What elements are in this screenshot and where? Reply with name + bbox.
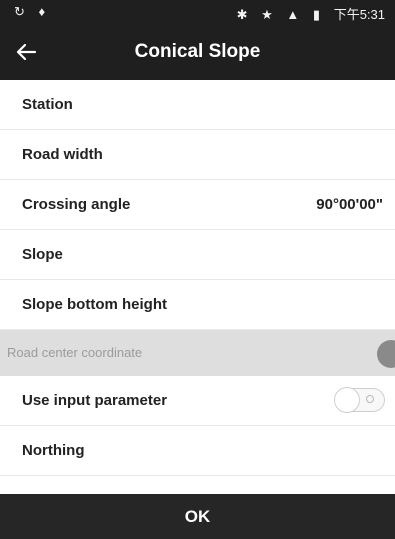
bluetooth-icon: ✱	[236, 7, 248, 22]
ok-button[interactable]: OK	[0, 494, 395, 539]
status-bar: ↻ ♦ ✱ ★ ▲ ▮ 下午5:31	[0, 0, 395, 24]
road-width-label: Road width	[22, 146, 103, 163]
section-handle-icon	[377, 340, 395, 368]
signal-icon: ▲	[286, 7, 300, 22]
status-time: 下午5:31	[333, 7, 385, 22]
crossing-angle-value: 90°00'00"	[316, 196, 383, 213]
crossing-angle-label: Crossing angle	[22, 196, 131, 213]
northing-label: Northing	[22, 442, 85, 459]
status-right-icons: ✱ ★ ▲ ▮ 下午5:31	[237, 4, 385, 23]
slope-label: Slope	[22, 246, 63, 263]
usb-icon: ♦	[38, 4, 46, 19]
sync-icon: ↻	[14, 4, 25, 19]
use-input-parameter-toggle[interactable]	[334, 387, 385, 413]
slope-row[interactable]: Slope	[0, 230, 395, 280]
use-input-parameter-row[interactable]: Use input parameter	[0, 376, 395, 426]
crossing-angle-row[interactable]: Crossing angle 90°00'00"	[0, 180, 395, 230]
form-list: Station Road width Crossing angle 90°00'…	[0, 80, 395, 494]
station-row[interactable]: Station	[0, 80, 395, 130]
section-label: Road center coordinate	[7, 345, 143, 360]
slope-bottom-height-label: Slope bottom height	[22, 296, 167, 313]
northing-row[interactable]: Northing	[0, 426, 395, 476]
use-input-parameter-label: Use input parameter	[22, 392, 168, 409]
road-center-coordinate-section: Road center coordinate	[0, 330, 395, 376]
road-width-row[interactable]: Road width	[0, 130, 395, 180]
station-label: Station	[22, 96, 73, 113]
app-bar: Conical Slope	[0, 24, 395, 80]
page-title: Conical Slope	[134, 41, 261, 62]
slope-bottom-height-row[interactable]: Slope bottom height	[0, 280, 395, 330]
toggle-knob	[334, 387, 360, 413]
battery-icon: ▮	[312, 7, 321, 22]
star-icon: ★	[261, 7, 273, 22]
status-left-icons: ↻ ♦	[14, 4, 55, 20]
toggle-off-icon	[366, 395, 374, 403]
